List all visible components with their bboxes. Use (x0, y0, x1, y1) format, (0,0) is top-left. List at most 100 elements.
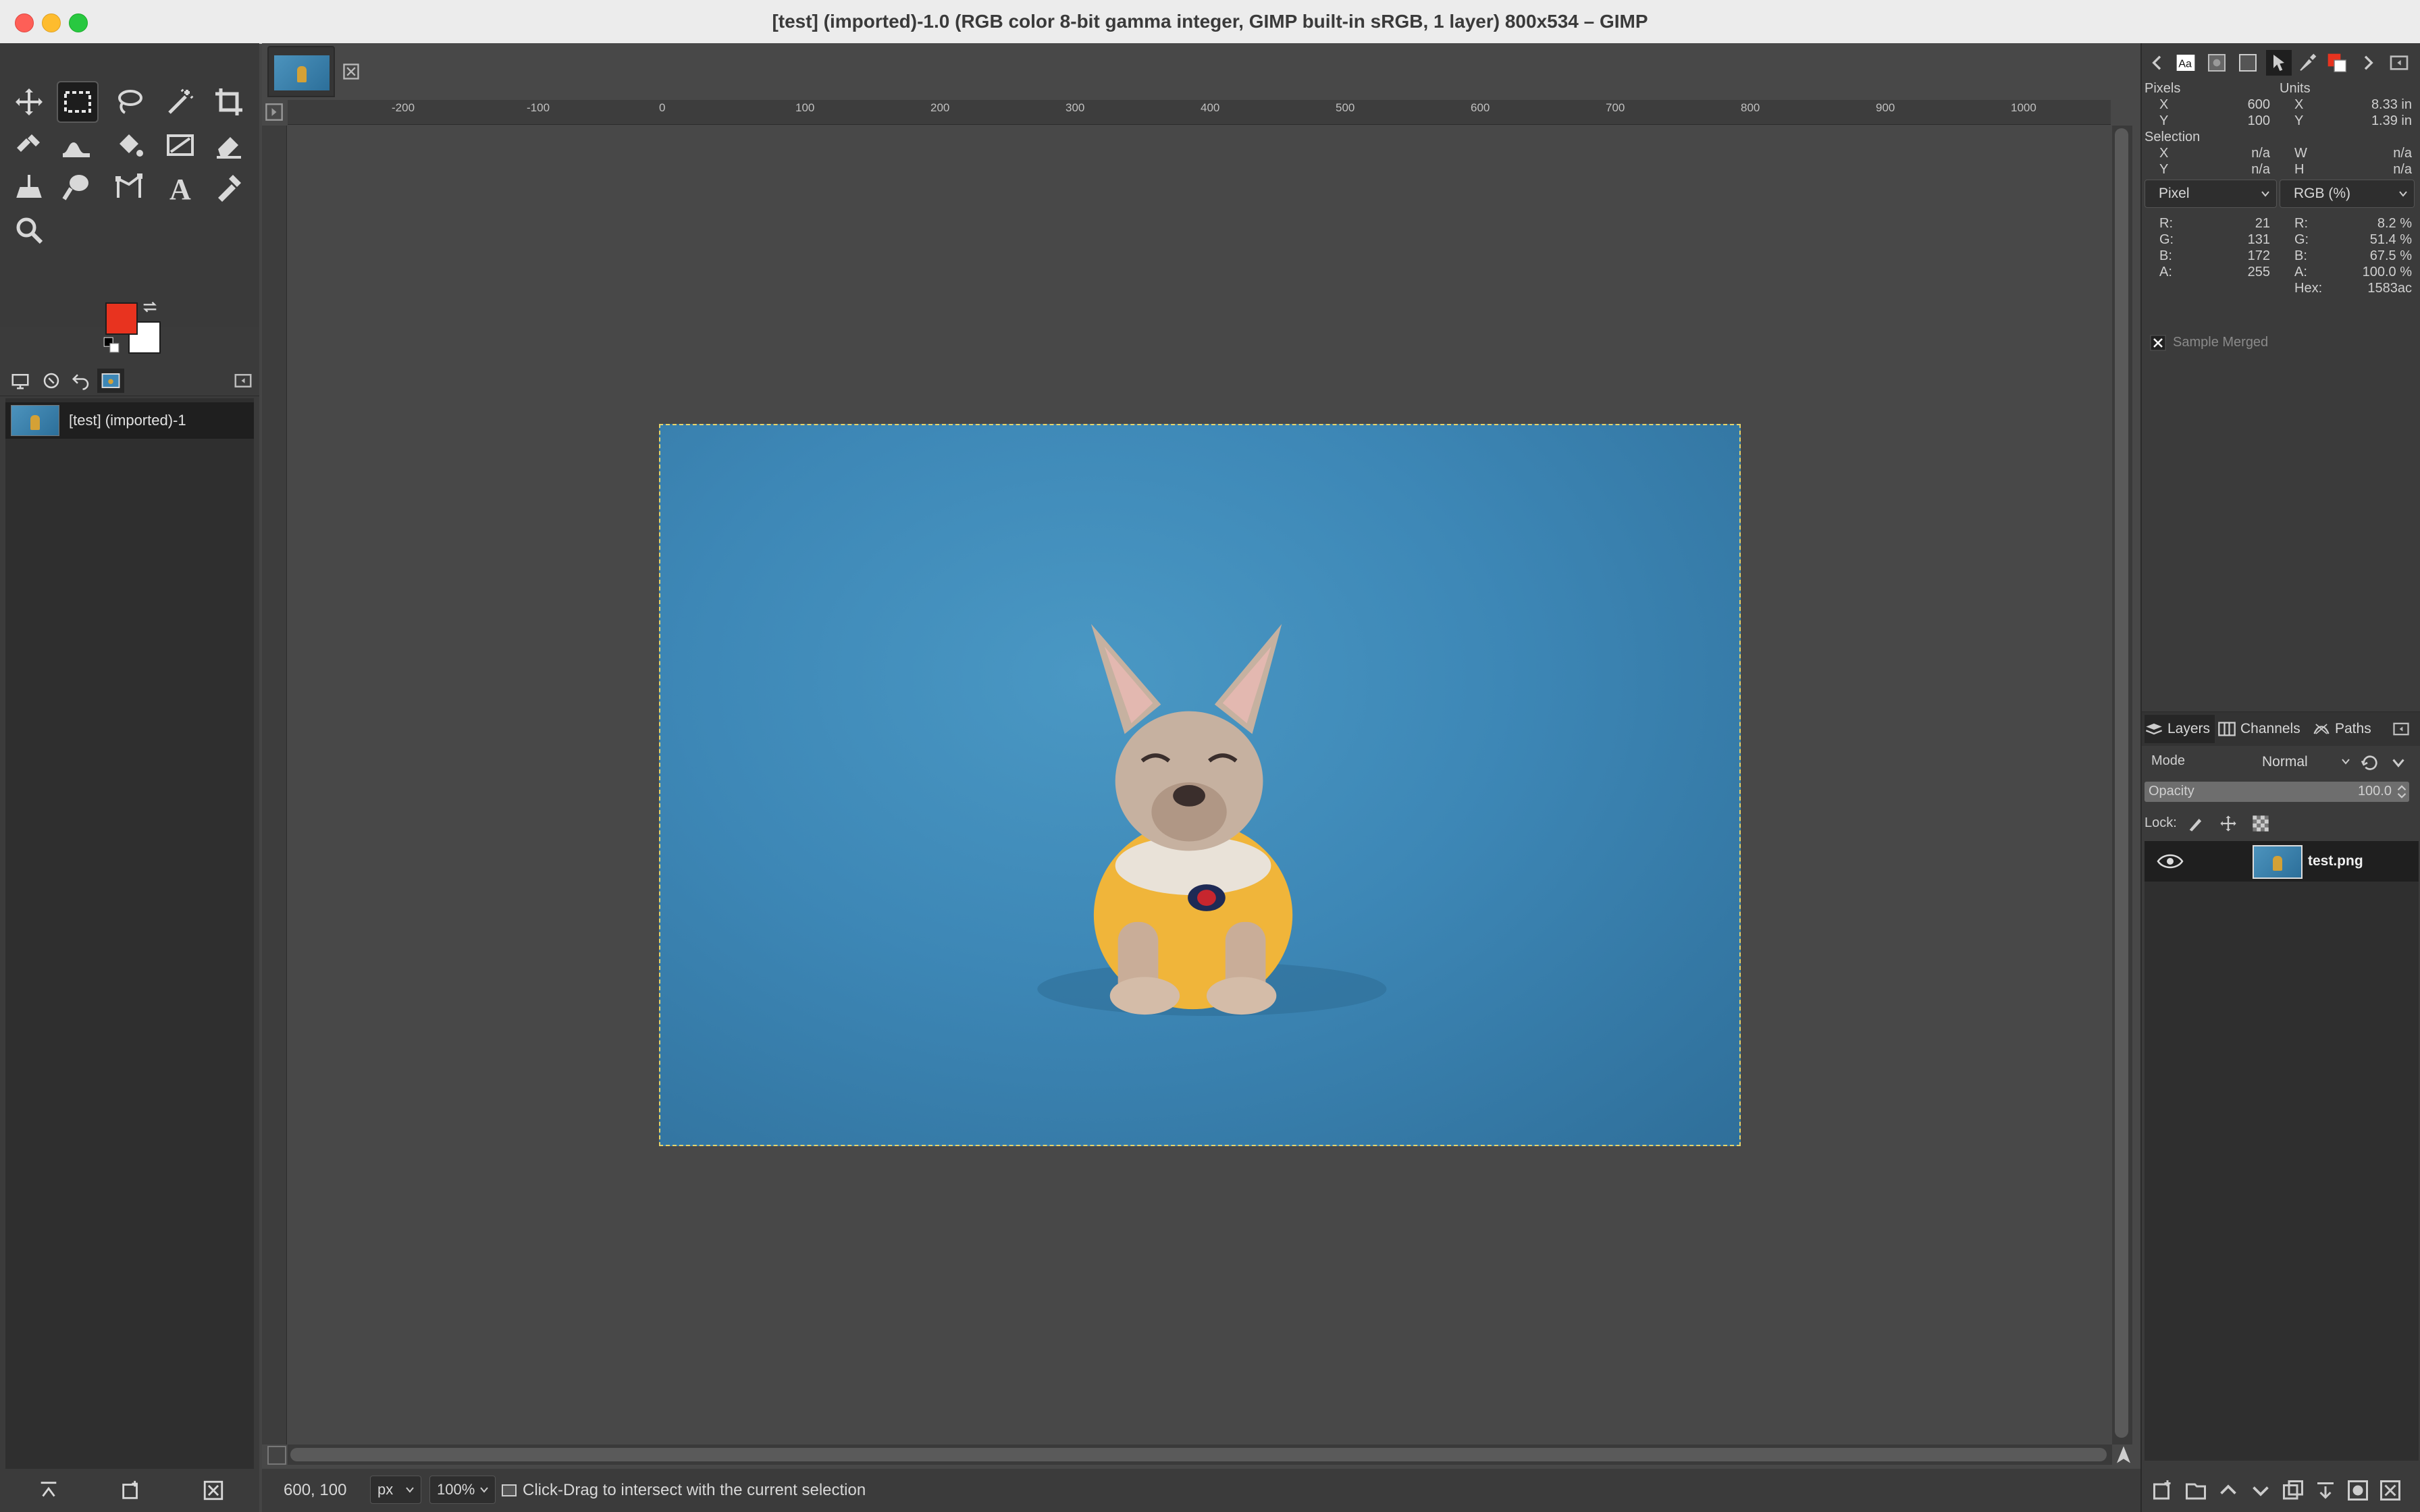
lock-pixels-icon[interactable] (2186, 814, 2205, 833)
eye-visibility-icon[interactable] (2157, 852, 2184, 871)
delete-layer-icon[interactable] (2378, 1478, 2402, 1503)
paths-tab[interactable]: Paths (2312, 715, 2382, 743)
new-display-icon[interactable] (117, 1477, 144, 1504)
sample-merged-label: Sample Merged (2173, 335, 2269, 350)
layer-thumbnail (2253, 845, 2303, 879)
color-mode-select[interactable]: RGB (%) (2280, 180, 2415, 208)
crop-tool-icon[interactable] (209, 82, 248, 122)
tool-options-tab[interactable] (38, 369, 65, 393)
fonts-tab-icon[interactable]: Aa (2173, 50, 2199, 76)
rgb-r-label: R: (2294, 216, 2308, 231)
pointer-tab-icon[interactable] (2266, 50, 2292, 76)
bucket-fill-tool-icon[interactable] (109, 126, 149, 165)
lock-position-icon[interactable] (2219, 814, 2238, 833)
text-tool-icon[interactable]: A (161, 167, 200, 207)
channels-tab[interactable]: Channels (2217, 715, 2309, 743)
smudge-tool-icon[interactable] (57, 167, 96, 207)
opacity-label: Opacity (2149, 784, 2194, 799)
scroll-tabs-right-icon[interactable] (2355, 50, 2381, 76)
raise-layer-icon[interactable] (2216, 1478, 2240, 1503)
opacity-slider[interactable]: Opacity 100.0 (2145, 782, 2409, 802)
color-picker-tool-icon[interactable] (209, 167, 248, 207)
reset-mode-icon[interactable] (2359, 752, 2381, 774)
zoom-tool-icon[interactable] (9, 211, 49, 250)
layer-mode-select[interactable]: Normal (2255, 748, 2357, 776)
chevron-down-icon[interactable] (2390, 755, 2406, 771)
tool-grid: A (0, 43, 259, 327)
toolbox: A [test] (imported)-1 (0, 43, 259, 1512)
reset-colors-icon[interactable] (103, 336, 120, 354)
right-dock-menu-icon[interactable] (2386, 50, 2412, 76)
pixel-y-label: Y (2159, 113, 2169, 128)
layer-row[interactable]: test.png (2145, 841, 2419, 882)
device-status-tab[interactable] (7, 369, 34, 393)
ruler-tick-label: 200 (930, 101, 950, 114)
colors-tab-icon[interactable] (2324, 50, 2350, 76)
hex-label: Hex: (2294, 281, 2323, 296)
foreground-color-swatch[interactable] (105, 302, 138, 335)
new-layer-icon[interactable] (2151, 1478, 2176, 1503)
scroll-tabs-left-icon[interactable] (2145, 50, 2170, 76)
swap-colors-icon[interactable] (140, 298, 159, 317)
pixel-y-value: 100 (2247, 113, 2270, 128)
templates-tab-icon[interactable] (2235, 50, 2261, 76)
rgb-g-value: 51.4 % (2369, 232, 2412, 247)
units-label: Units (2280, 81, 2311, 96)
horizontal-scrollbar[interactable] (288, 1444, 2112, 1465)
brushes-tab-icon[interactable] (2294, 50, 2320, 76)
rgb-b-label: B: (2294, 248, 2307, 263)
layers-tab[interactable]: Layers (2145, 715, 2215, 743)
move-tool-icon[interactable] (9, 82, 49, 122)
image-canvas[interactable] (659, 424, 1741, 1146)
images-tab[interactable] (97, 369, 124, 393)
fuzzy-select-tool-icon[interactable] (161, 82, 200, 122)
vertical-ruler[interactable] (262, 126, 287, 1444)
transform-tool-icon[interactable] (9, 126, 49, 165)
horizontal-ruler[interactable]: -200 -100 0 100 200 300 400 500 600 700 … (288, 100, 2111, 125)
pixel-mode-select[interactable]: Pixel (2145, 180, 2277, 208)
horizontal-scroll-thumb[interactable] (290, 1448, 2107, 1461)
warp-tool-icon[interactable] (57, 126, 96, 165)
pixel-b-label: B: (2159, 248, 2172, 263)
gradient-tool-icon[interactable] (161, 126, 200, 165)
merge-layer-icon[interactable] (2313, 1478, 2338, 1503)
layers-tab-label: Layers (2167, 721, 2211, 736)
close-tab-icon[interactable] (342, 62, 361, 81)
lock-alpha-icon[interactable] (2251, 814, 2270, 833)
undo-history-tab[interactable] (68, 369, 95, 393)
dock-menu-icon[interactable] (230, 369, 257, 393)
ruler-tick-label: 500 (1336, 101, 1355, 114)
quick-mask-toggle[interactable] (267, 1446, 286, 1465)
layer-mask-icon[interactable] (2346, 1478, 2370, 1503)
rect-select-tool-icon[interactable] (57, 81, 99, 123)
eraser-tool-icon[interactable] (209, 126, 248, 165)
ruler-tick-label: 700 (1606, 101, 1625, 114)
vertical-scroll-thumb[interactable] (2115, 128, 2128, 1438)
clone-tool-icon[interactable] (9, 167, 49, 207)
layer-list (2145, 841, 2419, 1461)
rect-select-status-icon (502, 1484, 517, 1496)
opacity-spinner-icon[interactable] (2396, 784, 2408, 799)
unit-select[interactable]: px (370, 1476, 421, 1504)
layers-dock-menu-icon[interactable] (2392, 715, 2417, 743)
raise-display-icon[interactable] (35, 1477, 62, 1504)
ruler-corner-menu-icon[interactable] (265, 103, 284, 122)
duplicate-layer-icon[interactable] (2281, 1478, 2305, 1503)
ruler-tick-label: 100 (795, 101, 815, 114)
vertical-scrollbar[interactable] (2112, 126, 2132, 1444)
images-tab-icon[interactable] (2204, 50, 2230, 76)
layers-icon (2145, 723, 2163, 735)
zoom-select[interactable]: 100% (429, 1476, 496, 1504)
delete-display-icon[interactable] (200, 1477, 227, 1504)
image-tab[interactable] (267, 46, 335, 97)
lasso-tool-icon[interactable] (109, 82, 149, 122)
navigate-icon[interactable] (2113, 1444, 2134, 1465)
lower-layer-icon[interactable] (2248, 1478, 2273, 1503)
svg-text:Aa: Aa (2178, 59, 2192, 70)
new-layer-group-icon[interactable] (2184, 1478, 2208, 1503)
image-list-item[interactable]: [test] (imported)-1 (5, 402, 254, 439)
image-list-label: [test] (imported)-1 (69, 412, 186, 429)
paths-tool-icon[interactable] (109, 167, 149, 207)
ruler-tick-label: -100 (527, 101, 550, 114)
sample-merged-checkbox-icon[interactable] (2150, 335, 2166, 351)
